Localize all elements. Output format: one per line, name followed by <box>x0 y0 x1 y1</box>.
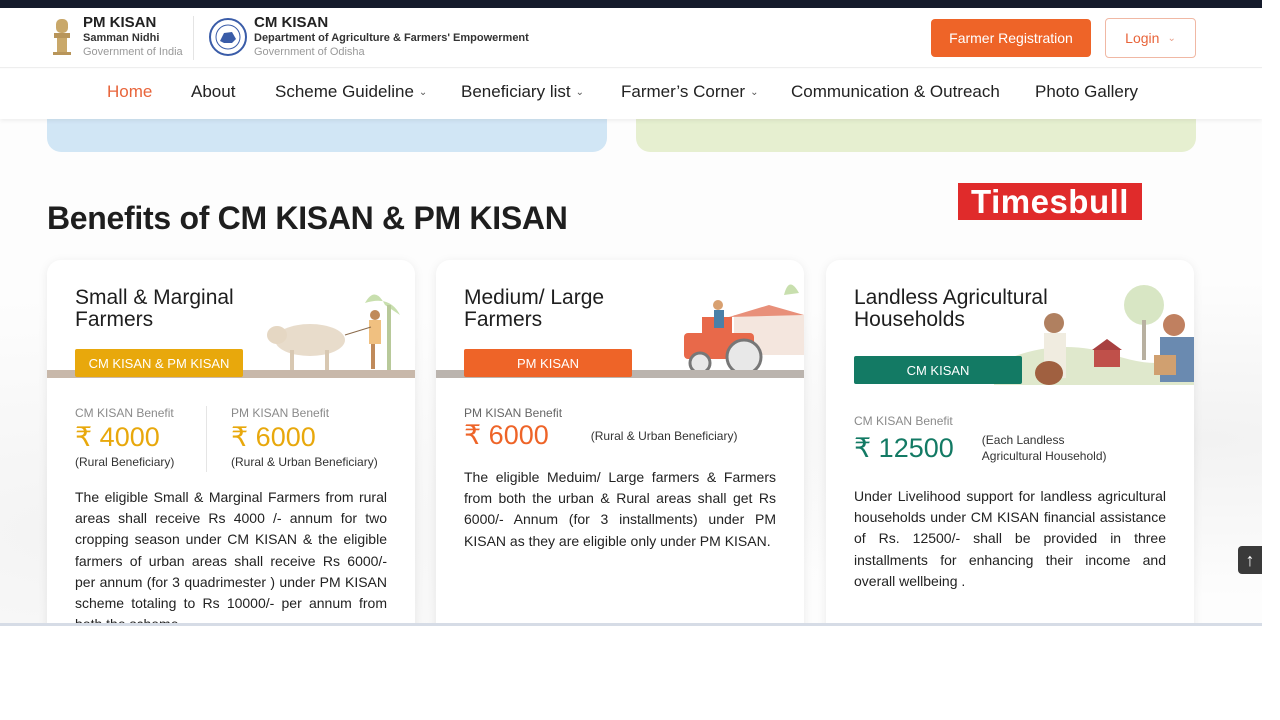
pm-kisan-gov: Government of India <box>83 46 183 58</box>
scheme-tag: CM KISAN <box>854 356 1022 384</box>
benefit-card-small-marginal: Small & Marginal Farmers CM KISAN & PM K… <box>47 260 415 626</box>
nav-label: Home <box>107 82 153 101</box>
card-header: Medium/ Large Farmers PM KISAN <box>436 260 804 378</box>
login-dropdown-button[interactable]: Login ⌄ <box>1105 18 1196 58</box>
card-title-line: Farmers <box>75 308 154 331</box>
chevron-down-icon: ⌄ <box>1167 32 1176 44</box>
card-description: The eligible Meduim/ Large farmers & Far… <box>464 469 776 549</box>
blank-area <box>0 626 1280 720</box>
benefit-note: (Rural & Urban Beneficiary) <box>590 428 738 443</box>
cm-kisan-title: CM KISAN <box>254 14 329 31</box>
card-title: Small & Marginal Farmers <box>75 287 234 331</box>
cm-kisan-logo[interactable]: CM KISAN Department of Agriculture & Far… <box>208 14 529 59</box>
timesbull-watermark: Timesbull <box>958 183 1142 220</box>
farmer-ploughing-illustration <box>267 294 400 370</box>
logo-divider <box>193 16 194 60</box>
benefit-note-line: Agricultural Household) <box>981 449 1107 463</box>
benefit-cm: CM KISAN Benefit ₹ 12500 (Each Landless … <box>854 414 1107 464</box>
benefit-label: CM KISAN Benefit <box>75 406 174 420</box>
pm-kisan-title: PM KISAN <box>83 14 157 31</box>
benefit-note: (Rural & Urban Beneficiary) <box>231 455 378 469</box>
benefit-amount: ₹ 4000 <box>75 422 160 452</box>
benefit-card-medium-large: Medium/ Large Farmers PM KISAN PM KISAN … <box>436 260 804 626</box>
benefit-label: CM KISAN Benefit <box>854 414 953 428</box>
scheme-tag: PM KISAN <box>464 349 632 377</box>
benefit-note: (Rural Beneficiary) <box>75 455 175 469</box>
benefit-amount: ₹ 6000 <box>231 422 316 452</box>
nav-label: Communication & Outreach <box>791 82 1000 101</box>
viewport-bottom-border <box>0 623 1262 626</box>
card-title: Medium/ Large Farmers <box>464 287 604 331</box>
nav-item-farmers-corner[interactable]: Farmer’s Corner ⌄ <box>621 82 758 102</box>
nav-label: Beneficiary list <box>461 82 571 101</box>
cm-kisan-gov: Government of Odisha <box>254 46 365 58</box>
odisha-seal-icon <box>209 17 247 56</box>
chevron-down-icon: ⌄ <box>750 86 759 98</box>
tractor-illustration <box>684 284 804 376</box>
card-title-line: Medium/ Large <box>464 286 605 309</box>
scheme-tag: CM KISAN & PM KISAN <box>75 349 243 377</box>
card-header: Small & Marginal Farmers CM KISAN & PM K… <box>47 260 415 378</box>
chevron-down-icon: ⌄ <box>575 86 584 98</box>
card-title-line: Small & Marginal <box>75 286 234 309</box>
section-title: Benefits of CM KISAN & PM KISAN <box>47 200 568 236</box>
card-description: The eligible Small & Marginal Farmers fr… <box>75 489 387 626</box>
main-navigation: Home About Scheme Guideline ⌄ Beneficiary… <box>0 69 1262 119</box>
cm-kisan-subtitle: Department of Agriculture & Farmers' Emp… <box>254 32 529 44</box>
scroll-to-top-button[interactable]: ↑ <box>1238 546 1262 574</box>
pm-kisan-subtitle: Samman Nidhi <box>83 32 160 44</box>
benefit-note-line: (Each Landless <box>981 433 1065 447</box>
chevron-down-icon: ⌄ <box>418 86 428 98</box>
top-bar <box>0 0 1262 8</box>
benefit-divider <box>206 406 207 472</box>
benefit-label: PM KISAN Benefit <box>231 406 330 420</box>
card-title-line: Farmers <box>464 308 543 331</box>
nav-item-about[interactable]: About <box>191 82 235 102</box>
nav-label: Scheme Guideline <box>275 82 414 101</box>
browser-viewport: PM KISAN Samman Nidhi Government of Indi… <box>0 0 1262 626</box>
nav-item-communication-outreach[interactable]: Communication & Outreach <box>791 82 1000 102</box>
nav-item-photo-gallery[interactable]: Photo Gallery <box>1035 82 1138 102</box>
landless-household-illustration <box>994 285 1194 385</box>
benefit-card-landless: Landless Agricultural Households CM KISA… <box>826 260 1194 626</box>
benefit-note: (Each Landless Agricultural Household) <box>982 432 1107 464</box>
benefit-amount: ₹ 12500 <box>854 432 954 463</box>
nav-label: Farmer’s Corner <box>621 82 746 101</box>
login-label: Login <box>1125 30 1160 46</box>
benefit-label: PM KISAN Benefit <box>464 406 563 420</box>
nav-item-beneficiary-list[interactable]: Beneficiary list ⌄ <box>461 82 584 102</box>
card-description: Under Livelihood support for landless ag… <box>854 488 1166 589</box>
arrow-up-icon: ↑ <box>1245 549 1255 570</box>
nav-item-home[interactable]: Home <box>107 82 152 102</box>
benefit-amount: ₹ 6000 <box>464 420 549 450</box>
nav-label: About <box>191 82 236 101</box>
site-header: PM KISAN Samman Nidhi Government of Indi… <box>0 8 1262 68</box>
benefit-pm: PM KISAN Benefit ₹ 6000 (Rural & Urban B… <box>231 406 378 469</box>
nav-item-scheme-guideline[interactable]: Scheme Guideline ⌄ <box>275 82 427 102</box>
farmer-registration-button[interactable]: Farmer Registration <box>931 19 1091 57</box>
benefit-pm: PM KISAN Benefit ₹ 6000 (Rural & Urban B… <box>464 406 737 451</box>
nav-label: Photo Gallery <box>1035 82 1138 101</box>
card-header: Landless Agricultural Households CM KISA… <box>826 260 1194 385</box>
national-emblem-icon <box>53 18 71 55</box>
benefit-cm: CM KISAN Benefit ₹ 4000 (Rural Beneficia… <box>75 406 174 469</box>
pm-kisan-logo[interactable]: PM KISAN Samman Nidhi Government of Indi… <box>47 14 183 59</box>
